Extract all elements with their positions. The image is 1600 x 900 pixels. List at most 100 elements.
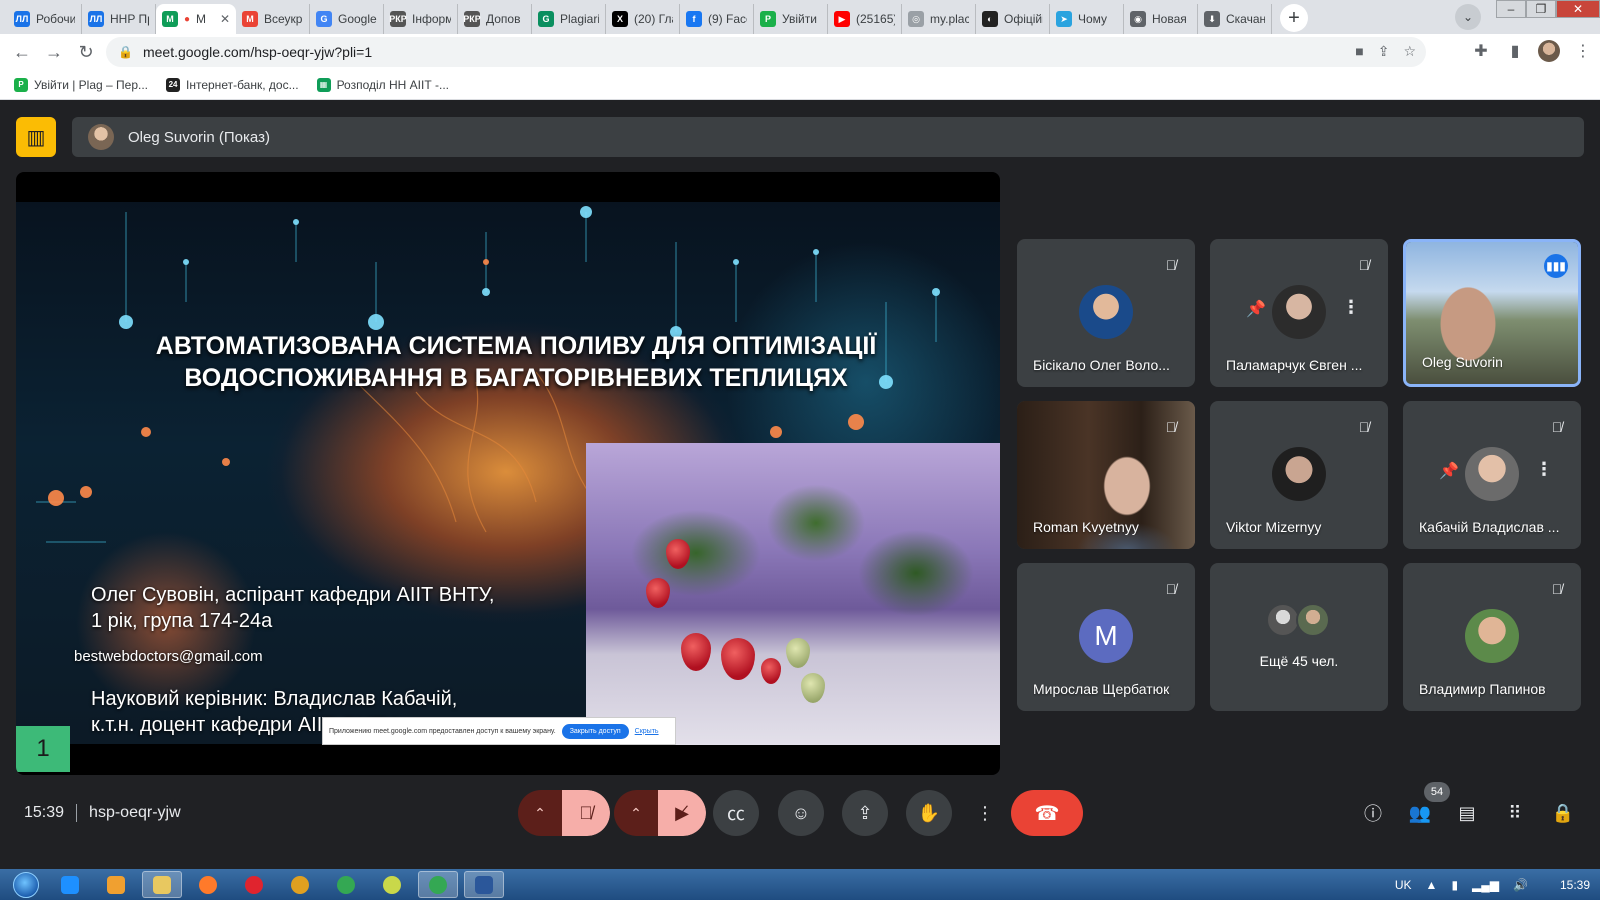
participant-tile[interactable]: 🎙̸ Бісікало Олег Воло... (1017, 239, 1195, 387)
taskbar-firefox-icon[interactable] (188, 871, 228, 898)
tab-favicon-icon: X (612, 11, 628, 27)
activities-button[interactable]: ⠿ (1500, 798, 1530, 828)
participant-tile[interactable]: 📌 ⋮ 🎙̸ Кабачій Владислав ... (1403, 401, 1581, 549)
tab-active[interactable]: M ● М ✕ (156, 4, 236, 34)
taskbar-chrome-alt-icon[interactable] (280, 871, 320, 898)
tab[interactable]: ЛЛ НHP Пр (82, 4, 156, 34)
leave-call-button[interactable]: ☎ (1011, 790, 1083, 836)
tab[interactable]: P Увійти (754, 4, 828, 34)
tab[interactable]: РКР Допов (458, 4, 532, 34)
video-options-button[interactable]: ⌃ (614, 790, 658, 836)
menu-icon[interactable]: ⋮ (1572, 38, 1594, 64)
emoji-button[interactable]: ☺ (778, 790, 824, 836)
taskbar-opera-icon[interactable] (234, 871, 274, 898)
participant-name: Roman Kvyetnyy (1033, 519, 1139, 535)
bookmark-item[interactable]: P Увійти | Plag – Пер... (14, 77, 148, 92)
participant-tile[interactable]: 🎙̸ Владимир Папинов (1403, 563, 1581, 711)
language-indicator[interactable]: UK (1395, 878, 1412, 892)
tab-favicon-icon: P (760, 11, 776, 27)
taskbar-clock[interactable]: 15:39 (1560, 878, 1590, 892)
people-button[interactable]: 👥 (1405, 798, 1435, 828)
participant-name: Владимир Папинов (1419, 681, 1546, 697)
participant-tile[interactable]: 🎙̸ Roman Kvyetnyy (1017, 401, 1195, 549)
tab[interactable]: G Plagiari (532, 4, 606, 34)
toolbar-right: ✚ ▮ ⋮ (1470, 38, 1594, 64)
tab-search-button[interactable]: ⌄ (1455, 4, 1481, 30)
more-participants-tile[interactable]: Ещё 45 чел. (1210, 563, 1388, 711)
hide-notice-link[interactable]: Скрыть (635, 728, 659, 735)
taskbar-media-icon[interactable] (96, 871, 136, 898)
reload-button[interactable]: ↻ (70, 36, 102, 68)
audio-options-button[interactable]: ⌃ (518, 790, 562, 836)
captions-button[interactable]: ㏄ (713, 790, 759, 836)
taskbar-explorer-icon[interactable] (142, 871, 182, 898)
tab[interactable]: ➤ Чому (1050, 4, 1124, 34)
tray-expand-icon[interactable]: ▲ (1426, 878, 1438, 892)
tab-favicon-icon: ЛЛ (88, 11, 104, 27)
start-button[interactable] (8, 869, 44, 900)
forward-button[interactable]: → (38, 36, 70, 68)
tab[interactable]: ◐ Офіційі (976, 4, 1050, 34)
presentation-icon[interactable]: ▥ (16, 117, 56, 157)
participant-tile-speaking[interactable]: ▮▮▮ Oleg Suvorin (1403, 239, 1581, 387)
url-text: meet.google.com/hsp-oeqr-yjw?pli=1 (142, 44, 373, 60)
mic-toggle-button[interactable]: 🎙̸ (562, 790, 610, 836)
opera-icon (245, 875, 263, 894)
meeting-details-button[interactable]: ⓘ (1358, 798, 1388, 828)
close-tab-icon[interactable]: ✕ (220, 12, 230, 26)
pin-icon[interactable]: 📌 (1246, 299, 1266, 319)
bookmark-item[interactable]: 24 Інтернет-банк, дос... (166, 77, 299, 92)
camera-icon[interactable]: ■ (1355, 43, 1363, 60)
more-options-icon[interactable]: ⋮ (1535, 459, 1553, 480)
taskbar-chrome-active-icon[interactable] (418, 871, 458, 898)
taskbar-eye-icon[interactable] (372, 871, 412, 898)
back-button[interactable]: ← (6, 36, 38, 68)
tab[interactable]: РКР Інформ (384, 4, 458, 34)
tab[interactable]: ⬇ Скачан (1198, 4, 1272, 34)
chat-button[interactable]: ▤ (1452, 798, 1482, 828)
taskbar-chrome-icon[interactable] (326, 871, 366, 898)
raise-hand-button[interactable]: ✋ (906, 790, 952, 836)
tab[interactable]: G Google (310, 4, 384, 34)
speaking-indicator-icon: ▮▮▮ (1544, 254, 1568, 278)
share-icon[interactable]: ⇪ (1378, 43, 1390, 60)
camera-toggle-button[interactable]: ▶̸ (658, 790, 706, 836)
new-tab-button[interactable]: + (1280, 4, 1308, 32)
bookmark-star-icon[interactable]: ☆ (1403, 43, 1416, 60)
tab[interactable]: ◎ my.plac (902, 4, 976, 34)
present-screen-button[interactable]: ⇪ (842, 790, 888, 836)
taskbar-ie-icon[interactable] (50, 871, 90, 898)
participant-tile[interactable]: 🎙̸ Viktor Mizernyy (1210, 401, 1388, 549)
avatar (1266, 603, 1300, 637)
bookmark-item[interactable]: ▦ Розподіл НН АІІТ -... (316, 77, 449, 92)
bookmark-favicon-icon: P (14, 77, 28, 92)
pin-icon[interactable]: 📌 (1439, 461, 1459, 481)
taskbar-word-icon[interactable] (464, 871, 504, 898)
tab[interactable]: M Всеукр (236, 4, 310, 34)
presenter-label: Oleg Suvorin (Показ) (128, 128, 270, 146)
minimize-button[interactable]: – (1496, 0, 1526, 18)
participant-tile[interactable]: M 🎙̸ Мирослав Щербатюк (1017, 563, 1195, 711)
signal-icon[interactable]: ▂▄▆ (1472, 878, 1499, 892)
profile-avatar[interactable] (1538, 40, 1560, 62)
tab[interactable]: ЛЛ Робочи (8, 4, 82, 34)
address-bar[interactable]: 🔒 meet.google.com/hsp-oeqr-yjw?pli=1 ■ ⇪… (106, 37, 1426, 67)
restore-button[interactable]: ❐ (1526, 0, 1556, 18)
tab[interactable]: ▶ (25165) (828, 4, 902, 34)
side-panel-icon[interactable]: ▮ (1504, 38, 1526, 64)
more-options-button[interactable]: ⋮ (970, 790, 1000, 836)
host-controls-button[interactable]: 🔒 (1548, 798, 1578, 828)
tab[interactable]: f (9) Face (680, 4, 754, 34)
close-window-button[interactable]: ✕ (1556, 0, 1600, 18)
participant-tile[interactable]: 📌 ⋮ 🎙̸ Паламарчук Євген ... (1210, 239, 1388, 387)
more-options-icon[interactable]: ⋮ (1342, 297, 1360, 318)
tab[interactable]: X (20) Гла (606, 4, 680, 34)
volume-icon[interactable]: 🔊 (1513, 878, 1528, 892)
extensions-icon[interactable]: ✚ (1470, 38, 1492, 64)
letter-avatar: M (1079, 609, 1133, 663)
network-icon[interactable]: ▮ (1451, 878, 1458, 892)
meeting-code: hsp-oeqr-yjw (89, 804, 181, 821)
tab[interactable]: ◉ Новая (1124, 4, 1198, 34)
stop-sharing-button[interactable]: Закрыть доступ (561, 723, 629, 739)
window-controls: – ❐ ✕ (1496, 0, 1600, 20)
